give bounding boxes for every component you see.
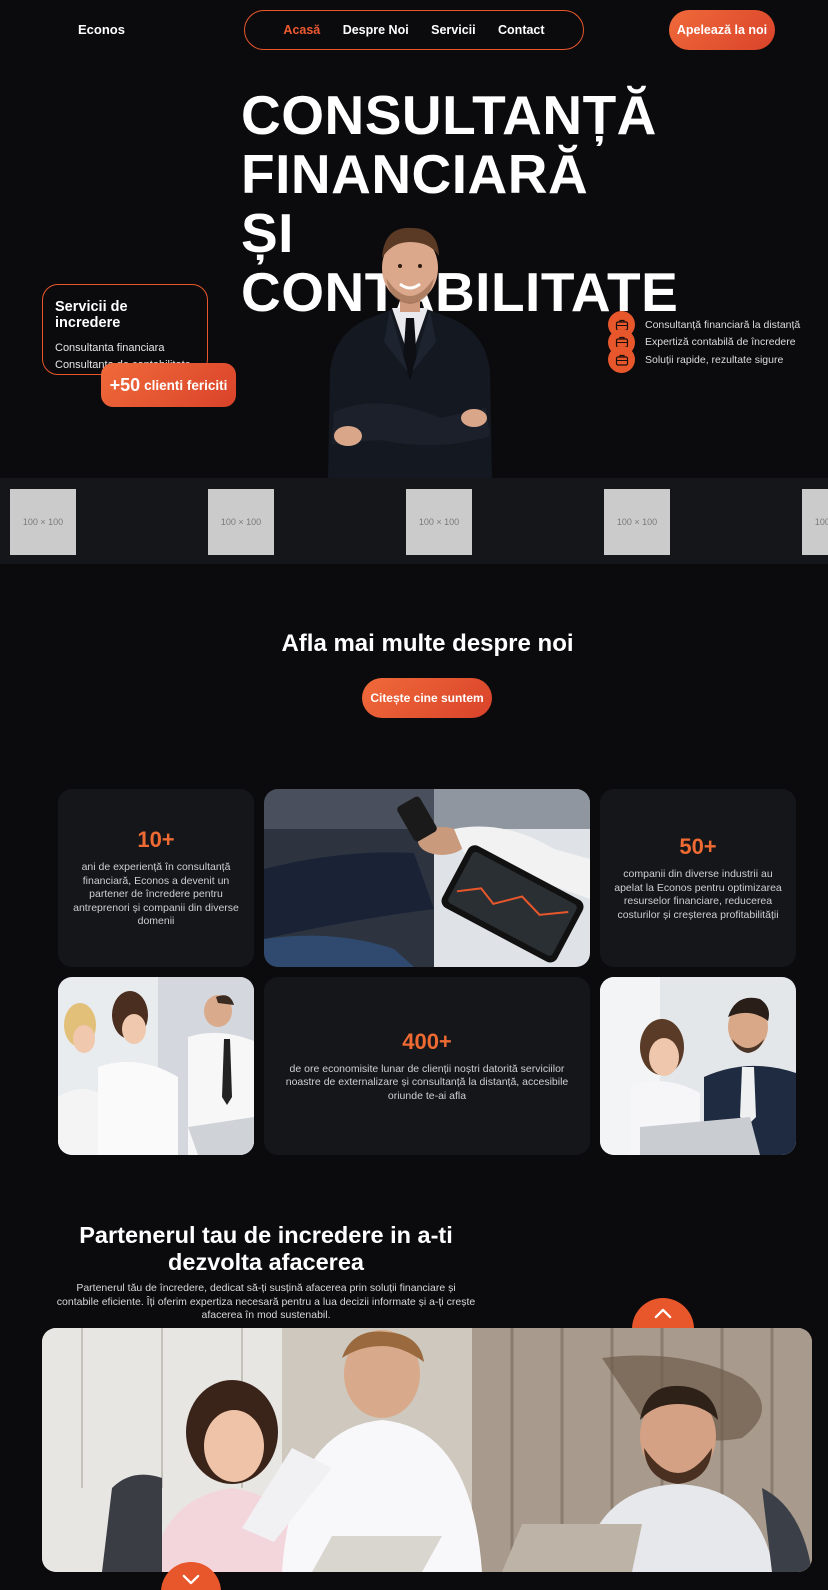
stat-value: 50+ bbox=[679, 834, 717, 859]
stat-description: ani de experiență în consultanță financi… bbox=[73, 861, 239, 928]
clients-count: +50 bbox=[109, 374, 141, 395]
happy-clients-badge: +50 clienti fericiti bbox=[101, 363, 236, 407]
call-us-button[interactable]: Apelează la noi bbox=[669, 10, 775, 50]
services-card-item: Consultanta financiara bbox=[55, 342, 165, 354]
logo-placeholder: 100 × 100 bbox=[208, 489, 274, 555]
stat-value: 400+ bbox=[402, 1028, 452, 1054]
chevron-down-icon bbox=[182, 1574, 200, 1585]
feature-list: Consultanță financiară la distanță Exper… bbox=[608, 311, 800, 373]
feature-text: Expertiză contabilă de încredere bbox=[645, 336, 796, 349]
nav-link-services[interactable]: Servicii bbox=[431, 23, 475, 37]
logo-placeholder: 100 × 100 bbox=[604, 489, 670, 555]
partner-title: Partenerul tau de incredere in a-ti dezv… bbox=[79, 1222, 453, 1275]
nav-link-home[interactable]: Acasă bbox=[283, 23, 320, 37]
feature-text: Soluții rapide, rezultate sigure bbox=[645, 353, 784, 366]
about-title: Afla mai multe despre noi bbox=[281, 630, 574, 657]
stat-value: 10+ bbox=[137, 827, 175, 853]
team-working-image bbox=[42, 1328, 812, 1572]
hero-title-line: CONSULTANȚĂ bbox=[241, 84, 657, 146]
team-laptop-image bbox=[58, 977, 254, 1155]
partner-description: Partenerul tău de încredere, dedicat să-… bbox=[56, 1282, 476, 1321]
office-meeting-image bbox=[600, 977, 796, 1155]
clients-label: clienti fericiti bbox=[144, 377, 228, 393]
read-about-button[interactable]: Citește cine suntem bbox=[362, 678, 492, 718]
stat-card-years: 10+ ani de experiență în consultanță fin… bbox=[58, 789, 254, 967]
services-card: Servicii de incredere Consultanta financ… bbox=[42, 284, 208, 375]
nav-link-contact[interactable]: Contact bbox=[498, 23, 545, 37]
main-nav: Acasă Despre Noi Servicii Contact bbox=[244, 10, 584, 50]
services-card-title: Servicii de incredere bbox=[55, 299, 128, 331]
logo-placeholder: 100 × 100 bbox=[406, 489, 472, 555]
chevron-up-icon bbox=[654, 1308, 672, 1319]
logo-placeholder: 100 × 100 bbox=[10, 489, 76, 555]
stat-description: de ore economisite lunar de clienții noș… bbox=[285, 1062, 569, 1102]
site-logo[interactable]: Econos bbox=[78, 22, 125, 37]
handshake-tablet-image bbox=[264, 789, 590, 967]
nav-link-about[interactable]: Despre Noi bbox=[343, 23, 409, 37]
briefcase-icon bbox=[608, 346, 635, 373]
stat-card-companies: 50+ companii din diverse industrii au ap… bbox=[600, 789, 796, 967]
stat-card-hours: 400+ de ore economisite lunar de clienți… bbox=[264, 977, 590, 1155]
feature-item: Soluții rapide, rezultate sigure bbox=[608, 346, 800, 373]
feature-item: Expertiză contabilă de încredere bbox=[608, 328, 800, 356]
partner-logo-strip: 100 × 100 100 × 100 100 × 100 100 × 100 … bbox=[0, 478, 828, 564]
stat-description: companii din diverse industrii au apelat… bbox=[614, 868, 782, 921]
hero-businessman-image bbox=[320, 222, 500, 478]
logo-placeholder: 100 × 100 bbox=[802, 489, 828, 555]
